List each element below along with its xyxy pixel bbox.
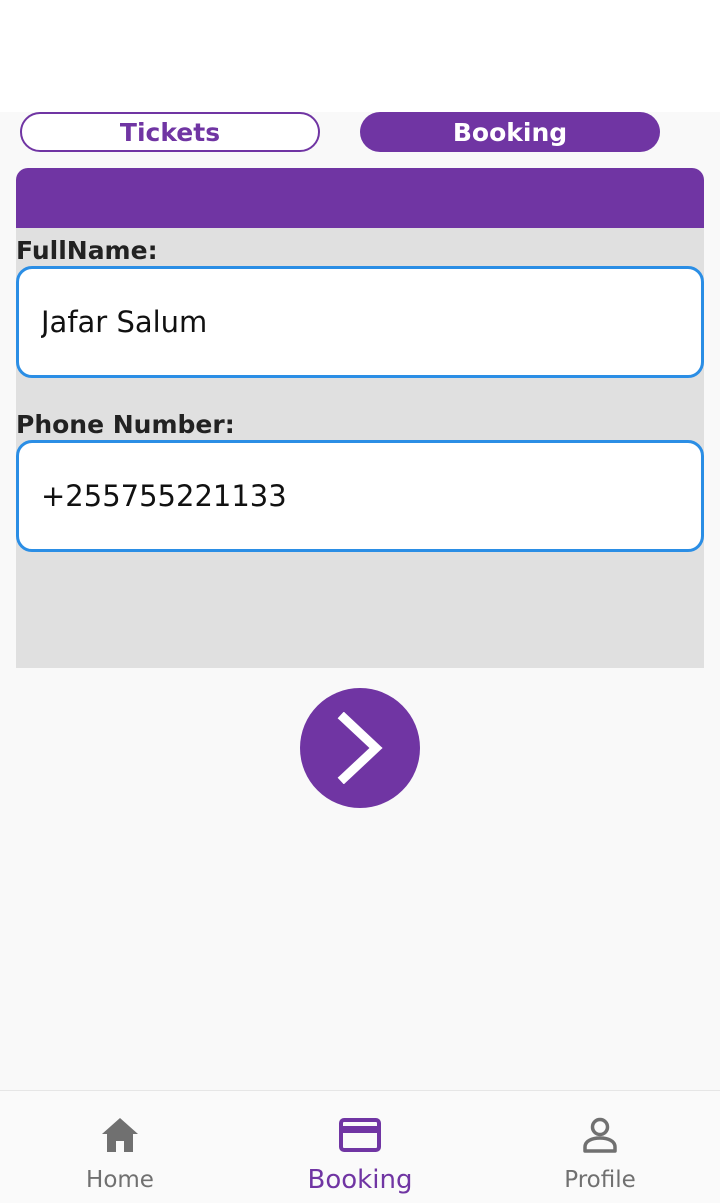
nav-booking-label: Booking bbox=[307, 1165, 413, 1195]
form-card-header bbox=[16, 168, 704, 228]
person-icon bbox=[581, 1115, 619, 1155]
fullname-input[interactable] bbox=[16, 266, 704, 378]
nav-booking[interactable]: Booking bbox=[240, 1091, 480, 1203]
phone-number-input[interactable] bbox=[16, 440, 704, 552]
tab-tickets[interactable]: Tickets bbox=[20, 112, 320, 152]
fullname-label: FullName: bbox=[16, 236, 158, 265]
bottom-navigation: Home Booking Profile bbox=[0, 1090, 720, 1203]
nav-profile-label: Profile bbox=[564, 1167, 636, 1193]
status-bar-area bbox=[0, 0, 720, 112]
home-icon bbox=[100, 1115, 140, 1155]
chevron-right-icon bbox=[337, 712, 383, 784]
credit-card-icon bbox=[339, 1115, 381, 1155]
phone-number-label: Phone Number: bbox=[16, 410, 235, 439]
tab-booking[interactable]: Booking bbox=[360, 112, 660, 152]
segment-tabs: Tickets Booking bbox=[0, 112, 720, 152]
nav-home[interactable]: Home bbox=[0, 1091, 240, 1203]
nav-profile[interactable]: Profile bbox=[480, 1091, 720, 1203]
next-button[interactable] bbox=[300, 688, 420, 808]
nav-home-label: Home bbox=[86, 1167, 154, 1193]
